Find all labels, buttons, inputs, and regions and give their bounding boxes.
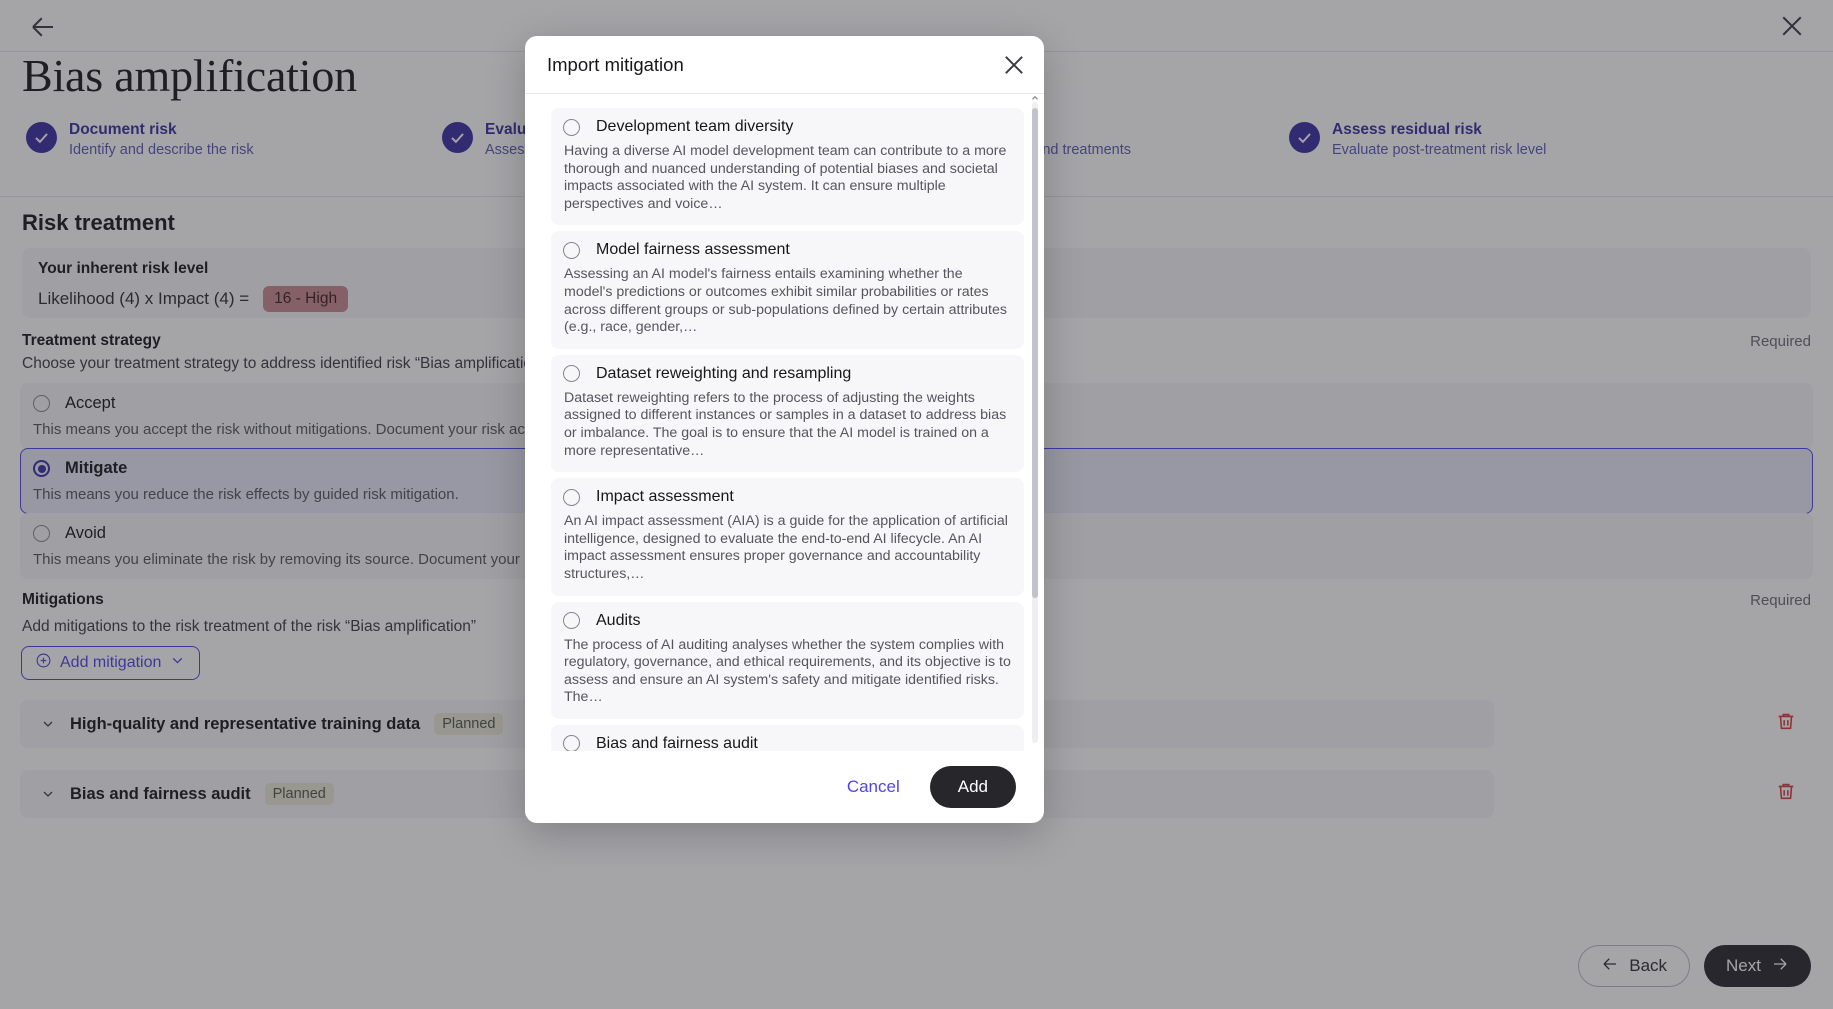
radio-development-team-diversity[interactable] <box>563 119 580 136</box>
mitigation-options-list[interactable]: Development team diversity Having a dive… <box>525 94 1044 751</box>
chevron-down-icon[interactable] <box>1030 745 1040 751</box>
radio-dataset-reweighting-and-resampling[interactable] <box>563 365 580 382</box>
radio-impact-assessment[interactable] <box>563 489 580 506</box>
radio-bias-and-fairness-audit[interactable] <box>563 735 580 751</box>
option-description: Dataset reweighting refers to the proces… <box>563 390 1012 460</box>
option-title: Impact assessment <box>596 488 734 506</box>
option-description: An AI impact assessment (AIA) is a guide… <box>563 513 1012 583</box>
option-description: Assessing an AI model's fairness entails… <box>563 266 1012 336</box>
mitigation-option[interactable]: Audits The process of AI auditing analys… <box>551 602 1024 719</box>
option-title: Bias and fairness audit <box>596 735 758 751</box>
close-icon[interactable] <box>1000 51 1028 79</box>
mitigation-option[interactable]: Development team diversity Having a dive… <box>551 108 1024 225</box>
radio-model-fairness-assessment[interactable] <box>563 242 580 259</box>
dialog-title: Import mitigation <box>547 54 684 76</box>
option-description: The process of AI auditing analyses whet… <box>563 637 1012 707</box>
option-description: Having a diverse AI model development te… <box>563 143 1012 213</box>
option-title: Development team diversity <box>596 118 793 136</box>
option-title: Audits <box>596 612 640 630</box>
import-mitigation-dialog: Import mitigation Development team diver… <box>525 36 1044 823</box>
add-button[interactable]: Add <box>930 766 1016 808</box>
option-title: Dataset reweighting and resampling <box>596 365 851 383</box>
dialog-header: Import mitigation <box>525 36 1044 94</box>
chevron-up-icon[interactable] <box>1030 94 1040 100</box>
option-title: Model fairness assessment <box>596 241 790 259</box>
mitigation-option[interactable]: Impact assessment An AI impact assessmen… <box>551 478 1024 595</box>
scrollbar-thumb[interactable] <box>1032 108 1038 598</box>
radio-audits[interactable] <box>563 612 580 629</box>
cancel-button[interactable]: Cancel <box>831 769 916 805</box>
mitigation-option[interactable]: Bias and fairness audit A bias and fairn… <box>551 725 1024 751</box>
mitigation-option[interactable]: Model fairness assessment Assessing an A… <box>551 231 1024 348</box>
dialog-footer: Cancel Add <box>525 751 1044 823</box>
mitigation-option[interactable]: Dataset reweighting and resampling Datas… <box>551 355 1024 472</box>
